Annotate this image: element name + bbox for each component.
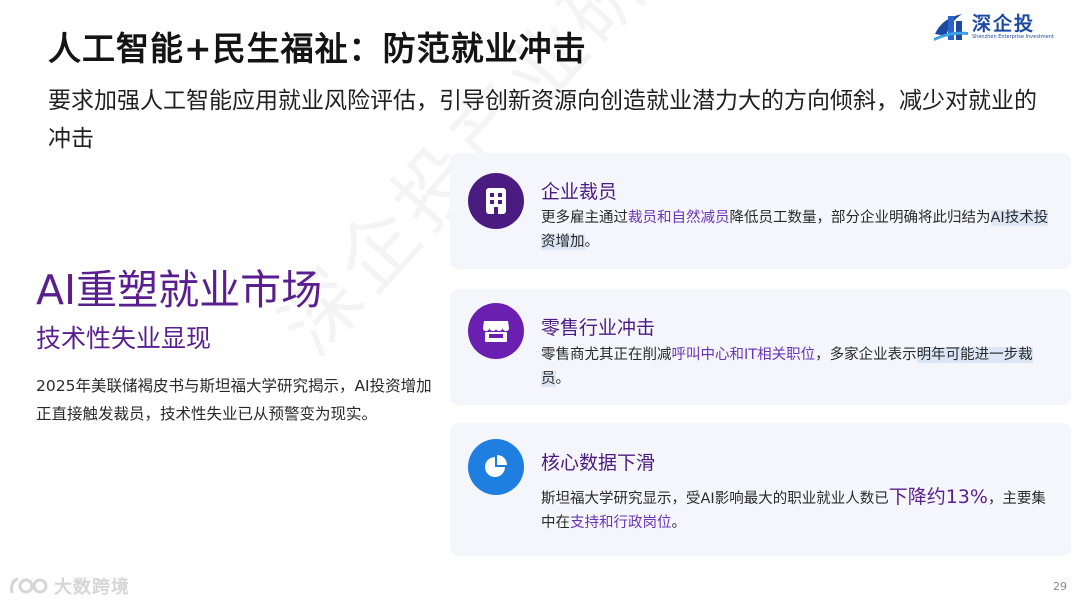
card-text: 零售商尤其正在削减 (541, 347, 672, 363)
card-title: 企业裁员 (541, 181, 618, 203)
section-subheadline: 技术性失业显现 (36, 324, 212, 353)
card-body: 零售商尤其正在削减呼叫中心和IT相关职位，多家企业表示明年可能进一步裁员。 (541, 343, 1051, 391)
brand-logo: 深企投 Shenzhen Enterprise Investment (932, 6, 1054, 46)
logo-name: 深企投 (972, 13, 1036, 35)
card-body: 更多雇主通过裁员和自然减员降低员工数量，部分企业明确将此归结为AI技术投资增加。 (541, 206, 1051, 254)
card-text: ，多家企业表示 (815, 347, 917, 363)
card-text: 。 (671, 515, 687, 531)
card-data-decline: 核心数据下滑 斯坦福大学研究显示，受AI影响最大的职业就业人数已下降约13%，主… (450, 423, 1071, 556)
footer-logo-icon (10, 577, 48, 594)
card-title: 核心数据下滑 (541, 452, 656, 474)
section-headline: AI重塑就业市场 (36, 266, 323, 314)
card-text: 。 (584, 234, 600, 250)
card-stat: 下降约13% (888, 486, 988, 508)
pie-chart-icon (468, 439, 524, 495)
footer-brand-name: 大数跨境 (54, 577, 130, 598)
page-title: 人工智能+民生福祉：防范就业冲击 (48, 29, 587, 68)
card-emphasis: 支持和行政岗位 (570, 515, 672, 531)
building-icon (468, 173, 524, 229)
card-layoffs: 企业裁员 更多雇主通过裁员和自然减员降低员工数量，部分企业明确将此归结为AI技术… (450, 153, 1071, 269)
card-text: 更多雇主通过 (541, 210, 628, 226)
page-subtitle: 要求加强人工智能应用就业风险评估，引导创新资源向创造就业潜力大的方向倾斜，减少对… (48, 88, 1037, 152)
card-emphasis: 裁员和自然减员 (628, 210, 730, 226)
card-text: 斯坦福大学研究显示，受AI影响最大的职业就业人数已 (541, 491, 889, 507)
card-text: 。 (555, 371, 571, 387)
card-emphasis: 呼叫中心和IT相关职位 (671, 347, 816, 363)
card-text: 降低员工数量，部分企业明确将此归结为 (729, 210, 991, 226)
card-body: 斯坦福大学研究显示，受AI影响最大的职业就业人数已下降约13%，主要集中在支持和… (541, 485, 1051, 535)
card-retail: 零售行业冲击 零售商尤其正在削减呼叫中心和IT相关职位，多家企业表示明年可能进一… (450, 289, 1071, 405)
logo-english: Shenzhen Enterprise Investment (972, 34, 1054, 40)
section-body: 2025年美联储褐皮书与斯坦福大学研究揭示，AI投资增加正直接触发裁员，技术性失… (36, 377, 432, 423)
footer-brand: 大数跨境 (8, 573, 130, 599)
store-icon (468, 303, 524, 359)
logo-mark-icon (934, 14, 968, 41)
page-number: 29 (1053, 580, 1067, 593)
card-title: 零售行业冲击 (541, 317, 656, 339)
